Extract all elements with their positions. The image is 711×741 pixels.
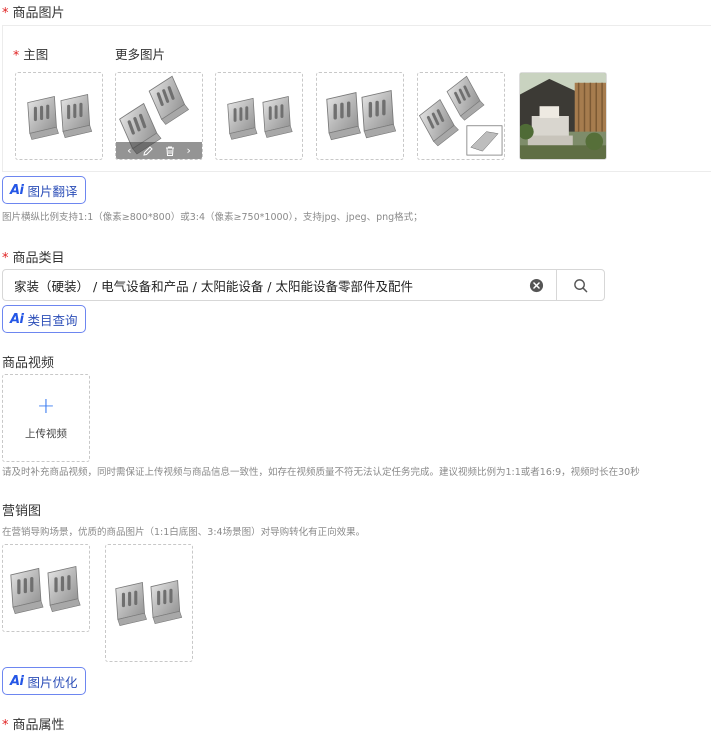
image-optimize-label: 图片优化 xyxy=(27,674,78,690)
upload-video-button[interactable]: + 上传视频 xyxy=(2,374,90,462)
main-image-label: * 主图 xyxy=(13,47,49,62)
category-field[interactable]: 家装（硬装） / 电气设备和产品 / 太阳能设备 / 太阳能设备零部件及配件 xyxy=(2,269,605,301)
image-optimize-button[interactable]: Ai 图片优化 xyxy=(2,667,86,695)
more-image-thumb[interactable]: ‹ › xyxy=(115,72,203,160)
required-mark: * xyxy=(2,718,9,733)
plus-icon: + xyxy=(36,393,56,419)
more-images-label: 更多图片 xyxy=(115,47,166,62)
category-search-button[interactable] xyxy=(556,270,604,300)
main-image-thumb[interactable] xyxy=(15,72,103,160)
marketing-hint: 在营销导购场景，优质的商品图片（1:1白底图、3:4场景图）对导购转化有正向效果… xyxy=(2,527,366,538)
video-section-title: 商品视频 xyxy=(2,356,55,371)
bracket-product-image xyxy=(27,93,93,141)
image-translate-label: 图片翻译 xyxy=(27,183,78,199)
bracket-product-image xyxy=(418,74,503,156)
image-translate-button[interactable]: Ai 图片翻译 xyxy=(2,176,86,204)
category-query-label: 类目查询 xyxy=(27,312,78,328)
video-hint: 请及时补充商品视频，同时需保证上传视频与商品信息一致性，如存在视频质量不符无法认… xyxy=(2,467,640,478)
bracket-product-image xyxy=(115,580,183,627)
images-section-title: * 商品图片 xyxy=(2,6,65,21)
category-section-title: * 商品类目 xyxy=(2,251,65,266)
trash-icon[interactable] xyxy=(164,145,176,157)
images-panel: * 主图 更多图片 ‹ › xyxy=(2,25,711,172)
required-mark: * xyxy=(2,6,9,21)
upload-video-label: 上传视频 xyxy=(25,427,67,440)
chevron-left-icon[interactable]: ‹ xyxy=(127,142,131,159)
bracket-product-image xyxy=(326,90,397,141)
edit-icon[interactable] xyxy=(142,145,154,157)
images-hint: 图片横纵比例支持1:1（像素≥800*800）或3:4（像素≥750*1000）… xyxy=(2,212,423,223)
more-image-thumb[interactable] xyxy=(417,72,505,160)
ai-icon: Ai xyxy=(10,311,24,327)
ai-icon: Ai xyxy=(10,673,24,689)
search-icon xyxy=(574,278,588,292)
thumb-toolbar: ‹ › xyxy=(116,142,202,159)
marketing-section-title: 营销图 xyxy=(2,504,42,519)
category-value[interactable]: 家装（硬装） / 电气设备和产品 / 太阳能设备 / 太阳能设备零部件及配件 xyxy=(3,276,529,295)
bracket-product-image xyxy=(227,95,293,140)
ai-icon: Ai xyxy=(10,182,24,198)
category-query-button[interactable]: Ai 类目查询 xyxy=(2,305,86,333)
bracket-product-image xyxy=(10,565,81,615)
more-image-thumb[interactable] xyxy=(316,72,404,160)
marketing-image-portrait[interactable] xyxy=(105,544,193,662)
attributes-section-title: * 商品属性 xyxy=(2,718,65,733)
more-image-thumb[interactable] xyxy=(215,72,303,160)
garden-scene-image xyxy=(520,73,606,159)
scene-image-thumb[interactable] xyxy=(519,72,607,160)
chevron-right-icon[interactable]: › xyxy=(186,142,190,159)
marketing-image-square[interactable] xyxy=(2,544,90,632)
clear-circle-icon[interactable] xyxy=(529,278,544,293)
required-mark: * xyxy=(2,251,9,266)
required-mark: * xyxy=(13,47,20,62)
